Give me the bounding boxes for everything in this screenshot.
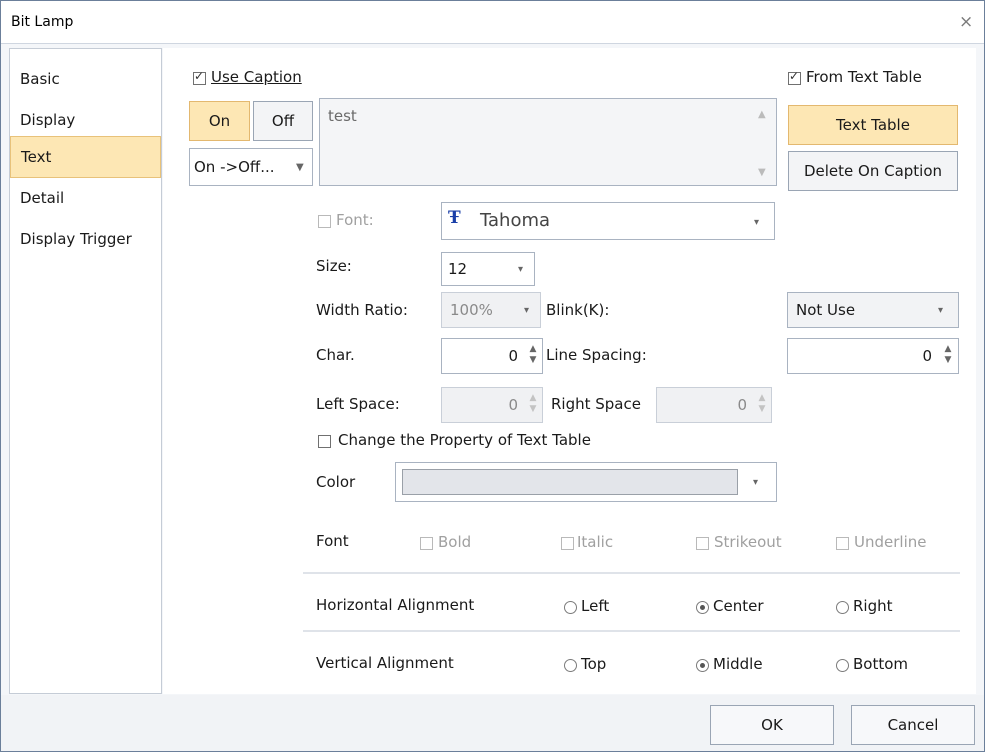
v-align-middle-label: Middle <box>713 655 763 673</box>
left-space-spinner[interactable]: 0 ▲ ▼ <box>441 387 543 423</box>
v-align-top-radio[interactable] <box>564 659 577 672</box>
bit-lamp-dialog: Bit Lamp × Basic Display Text Detail Dis… <box>0 0 985 752</box>
v-align-bottom-radio[interactable] <box>836 659 849 672</box>
chevron-down-icon: ▾ <box>754 217 760 228</box>
left-space-label: Left Space: <box>316 395 400 413</box>
vertical-alignment-label: Vertical Alignment <box>316 654 454 672</box>
v-align-top-label: Top <box>581 655 607 673</box>
spin-arrows-icon[interactable]: ▲ ▼ <box>754 393 770 415</box>
width-ratio-value: 100% <box>450 301 493 319</box>
bold-checkbox[interactable] <box>420 537 433 550</box>
text-table-button[interactable]: Text Table <box>788 105 958 145</box>
char-spinner[interactable]: 0 ▲ ▼ <box>441 338 543 374</box>
sidebar-item-text[interactable]: Text <box>10 136 161 178</box>
char-value: 0 <box>508 347 518 365</box>
font-checkbox[interactable] <box>318 215 331 228</box>
truetype-font-icon: Ŧ <box>448 208 461 228</box>
off-button[interactable]: Off <box>253 101 313 141</box>
h-align-right-radio[interactable] <box>836 601 849 614</box>
scroll-down-icon[interactable]: ▼ <box>758 167 766 178</box>
line-spacing-label: Line Spacing: <box>546 346 647 364</box>
dialog-footer: OK Cancel <box>1 695 984 751</box>
v-align-bottom-label: Bottom <box>853 655 909 673</box>
divider <box>303 572 960 574</box>
dialog-title: Bit Lamp <box>11 14 74 30</box>
use-caption-label: Use Caption <box>211 68 302 86</box>
color-dropdown[interactable]: ▾ <box>395 462 777 502</box>
sidebar-item-display-trigger[interactable]: Display Trigger <box>10 219 161 261</box>
bold-label: Bold <box>438 533 472 551</box>
italic-checkbox[interactable] <box>561 537 574 550</box>
on-button[interactable]: On <box>189 101 250 141</box>
strikeout-label: Strikeout <box>714 533 782 551</box>
line-spacing-spinner[interactable]: 0 ▲ ▼ <box>787 338 959 374</box>
divider <box>303 630 960 632</box>
blink-label: Blink(K): <box>546 301 610 319</box>
color-swatch <box>402 469 738 495</box>
h-align-left-label: Left <box>581 597 610 615</box>
left-space-value: 0 <box>508 396 518 414</box>
h-align-left-radio[interactable] <box>564 601 577 614</box>
sidebar-item-detail[interactable]: Detail <box>10 178 161 220</box>
chevron-down-icon: ▾ <box>518 264 524 275</box>
spin-arrows-icon[interactable]: ▲ ▼ <box>525 344 541 366</box>
title-bar: Bit Lamp × <box>1 1 984 44</box>
from-text-table-label: From Text Table <box>806 68 922 86</box>
chevron-down-icon: ▾ <box>753 477 759 488</box>
h-align-center-label: Center <box>713 597 764 615</box>
font-style-label: Font <box>316 532 349 550</box>
width-ratio-label: Width Ratio: <box>316 301 408 319</box>
font-dropdown[interactable]: Ŧ Tahoma ▾ <box>441 202 775 240</box>
underline-label: Underline <box>854 533 927 551</box>
chevron-down-icon: ▼ <box>296 162 304 173</box>
right-space-label: Right Space <box>551 395 641 413</box>
italic-label: Italic <box>577 533 614 551</box>
h-align-center-radio[interactable] <box>696 601 709 614</box>
color-label: Color <box>316 473 356 491</box>
right-space-value: 0 <box>737 396 747 414</box>
direction-value: On ->Off... <box>194 158 275 176</box>
close-icon[interactable]: × <box>959 12 973 32</box>
change-property-label: Change the Property of Text Table <box>338 431 591 449</box>
ok-button[interactable]: OK <box>710 705 834 745</box>
scroll-up-icon[interactable]: ▲ <box>758 109 766 120</box>
spin-arrows-icon[interactable]: ▲ ▼ <box>940 344 956 366</box>
char-label: Char. <box>316 346 355 364</box>
size-label: Size: <box>316 257 352 275</box>
size-dropdown[interactable]: 12 ▾ <box>441 252 535 286</box>
use-caption-checkbox[interactable] <box>193 69 206 85</box>
change-property-checkbox[interactable] <box>318 435 331 448</box>
spin-arrows-icon[interactable]: ▲ ▼ <box>525 393 541 415</box>
sidebar: Basic Display Text Detail Display Trigge… <box>9 48 162 694</box>
v-align-middle-radio[interactable] <box>696 659 709 672</box>
chevron-down-icon: ▾ <box>938 305 944 316</box>
chevron-down-icon: ▾ <box>524 305 530 316</box>
sidebar-item-basic[interactable]: Basic <box>10 59 161 101</box>
text-settings-panel: Use Caption From Text Table On Off On ->… <box>163 48 976 694</box>
horizontal-alignment-label: Horizontal Alignment <box>316 596 475 614</box>
from-text-table-checkbox[interactable] <box>788 69 801 85</box>
caption-text: test <box>328 107 357 125</box>
size-value: 12 <box>448 260 468 278</box>
h-align-right-label: Right <box>853 597 893 615</box>
right-space-spinner[interactable]: 0 ▲ ▼ <box>656 387 772 423</box>
width-ratio-dropdown[interactable]: 100% ▾ <box>441 292 541 328</box>
blink-value: Not Use <box>796 301 856 319</box>
direction-dropdown[interactable]: On ->Off... ▼ <box>189 148 313 186</box>
underline-checkbox[interactable] <box>836 537 849 550</box>
cancel-button[interactable]: Cancel <box>851 705 975 745</box>
font-value: Tahoma <box>480 210 551 231</box>
line-spacing-value: 0 <box>922 347 932 365</box>
caption-textarea[interactable]: test ▲ ▼ <box>319 98 777 186</box>
delete-on-caption-button[interactable]: Delete On Caption <box>788 151 958 191</box>
font-label: Font: <box>336 211 374 229</box>
blink-dropdown[interactable]: Not Use ▾ <box>787 292 959 328</box>
strikeout-checkbox[interactable] <box>696 537 709 550</box>
